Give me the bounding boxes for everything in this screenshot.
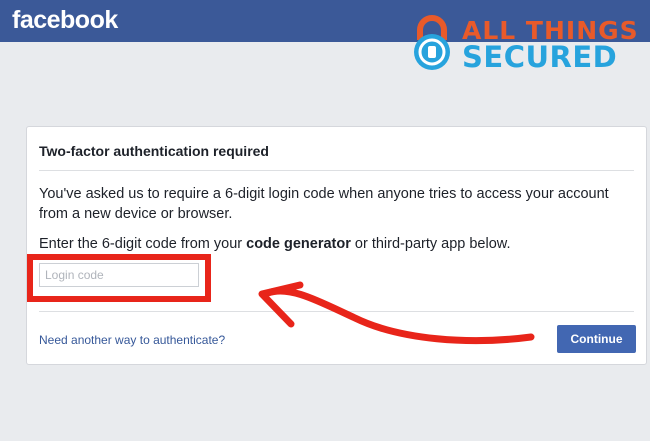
- instruction-bold: code generator: [246, 236, 351, 252]
- instruction-after: or third-party app below.: [350, 236, 511, 252]
- lock-icon: [414, 15, 450, 70]
- watermark: ALL THINGS SECURED: [404, 14, 644, 74]
- title-divider: [39, 170, 634, 171]
- continue-button[interactable]: Continue: [557, 325, 636, 353]
- card-title: Two-factor authentication required: [39, 143, 269, 159]
- facebook-logo[interactable]: facebook: [12, 6, 118, 35]
- instruction-text: Enter the 6-digit code from your code ge…: [39, 235, 639, 253]
- highlight-box: [27, 254, 211, 302]
- instruction-before: Enter the 6-digit code from your: [39, 236, 247, 252]
- footer-divider: [39, 311, 634, 312]
- watermark-line2: SECURED: [462, 40, 618, 74]
- two-factor-card: Two-factor authentication required You'v…: [26, 126, 647, 365]
- description-text: You've asked us to require a 6-digit log…: [39, 186, 609, 222]
- another-way-link[interactable]: Need another way to authenticate?: [39, 333, 225, 347]
- top-header-bar: facebook ALL THINGS SECURED: [0, 0, 650, 74]
